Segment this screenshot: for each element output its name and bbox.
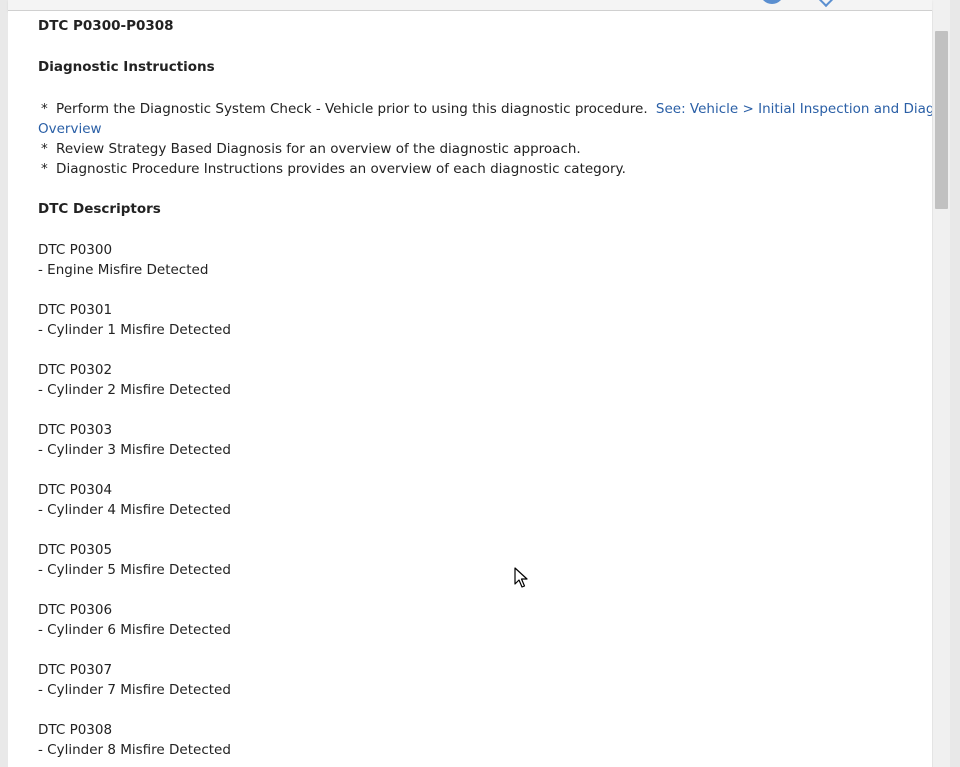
dtc-code: DTC P0301 (38, 302, 113, 318)
instruction-text: Diagnostic Procedure Instructions provid… (56, 161, 626, 177)
mouse-pointer-icon (514, 567, 528, 588)
app-window: DTC P0300-P0308 Diagnostic Instructions … (0, 0, 960, 767)
dtc-description: - Cylinder 6 Misfire Detected (38, 622, 231, 638)
dtc-description: - Cylinder 2 Misfire Detected (38, 382, 231, 398)
instruction-item-2: * Review Strategy Based Diagnosis for an… (38, 139, 581, 159)
dtc-description: - Cylinder 3 Misfire Detected (38, 442, 231, 458)
document-title: DTC P0300-P0308 (38, 18, 174, 34)
dtc-code: DTC P0308 (38, 722, 113, 738)
dtc-description: - Cylinder 8 Misfire Detected (38, 742, 231, 758)
chevron-down-icon[interactable] (818, 0, 834, 8)
see-vehicle-inspection-link[interactable]: See: Vehicle > Initial Inspection and Di… (652, 101, 932, 117)
right-window-frame (950, 0, 960, 767)
dtc-description: - Cylinder 5 Misfire Detected (38, 562, 231, 578)
scrollbar-thumb[interactable] (935, 31, 948, 209)
dtc-code: DTC P0307 (38, 662, 113, 678)
dtc-code: DTC P0305 (38, 542, 113, 558)
dtc-description: - Cylinder 4 Misfire Detected (38, 502, 231, 518)
dtc-code: DTC P0300 (38, 242, 113, 258)
instruction-text: Perform the Diagnostic System Check - Ve… (56, 101, 648, 117)
bullet: * (41, 161, 48, 177)
dtc-description: - Engine Misfire Detected (38, 262, 209, 278)
dtc-code: DTC P0306 (38, 602, 113, 618)
instruction-item-3: * Diagnostic Procedure Instructions prov… (38, 159, 626, 179)
top-toolbar (8, 0, 932, 11)
user-avatar-icon[interactable] (760, 0, 784, 4)
dtc-description: - Cylinder 1 Misfire Detected (38, 322, 231, 338)
bullet: * (41, 101, 48, 117)
dtc-code: DTC P0303 (38, 422, 113, 438)
instructions-heading: Diagnostic Instructions (38, 59, 215, 75)
instruction-text: Review Strategy Based Diagnosis for an o… (56, 141, 581, 157)
bullet: * (41, 141, 48, 157)
document-content: DTC P0300-P0308 Diagnostic Instructions … (8, 11, 932, 767)
dtc-code: DTC P0302 (38, 362, 113, 378)
see-vehicle-inspection-link-continued[interactable]: Overview (38, 119, 102, 139)
dtc-code: DTC P0304 (38, 482, 113, 498)
descriptors-heading: DTC Descriptors (38, 201, 161, 217)
instruction-item-1: * Perform the Diagnostic System Check - … (38, 99, 932, 119)
dtc-description: - Cylinder 7 Misfire Detected (38, 682, 231, 698)
